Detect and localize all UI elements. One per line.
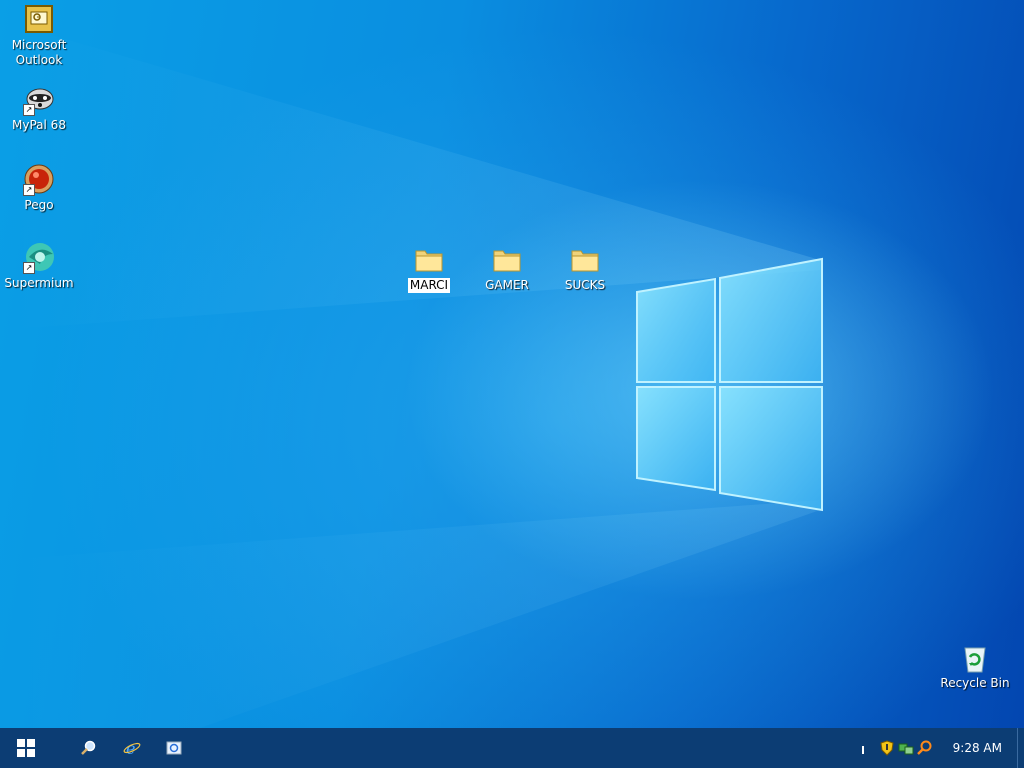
security-shield-icon[interactable] [880, 740, 896, 756]
shortcut-arrow-icon: ↗ [23, 262, 35, 274]
supermium-browser-icon: ↗ [23, 242, 55, 274]
desktop-icon-pego[interactable]: ↗ Pego [0, 164, 78, 213]
desktop-icon-label: GAMER [485, 278, 529, 292]
desktop-icon-label: Recycle Bin [940, 676, 1010, 690]
pego-red-ball-icon: ↗ [23, 164, 55, 196]
desktop-icon-label: MyPal 68 [12, 118, 66, 132]
shortcut-arrow-icon: ↗ [23, 104, 35, 116]
taskbar-clock[interactable]: 9:28 AM [953, 728, 1002, 768]
desktop-icon-outlook[interactable]: Microsoft Outlook [0, 4, 78, 68]
start-button[interactable] [0, 728, 52, 768]
outlook-express-icon [166, 741, 182, 755]
shortcut-arrow-icon: ↗ [23, 184, 35, 196]
recycle-bin-icon [959, 642, 991, 674]
windows-logo-icon [17, 739, 35, 757]
tray-indicator-icon[interactable] [860, 740, 876, 756]
folder-icon [491, 244, 523, 276]
desktop-icon-recycle-bin[interactable]: Recycle Bin [936, 642, 1014, 691]
network-icon[interactable] [898, 740, 914, 756]
svg-text:e: e [126, 739, 135, 757]
desktop-icon-supermium[interactable]: ↗ Supermium [0, 242, 78, 291]
show-desktop-button[interactable] [1017, 728, 1024, 768]
desktop-folder-sucks[interactable]: SUCKS [546, 244, 624, 293]
desktop-icon-label: Pego [24, 198, 54, 212]
folder-icon [569, 244, 601, 276]
desktop-background[interactable]: Microsoft Outlook ↗ MyPal 68 ↗ Pego ↗ Su… [0, 0, 1024, 728]
desktop-icon-label: SUCKS [564, 278, 606, 292]
internet-explorer-button[interactable]: e [120, 728, 144, 768]
desktop-icon-label: Microsoft Outlook [11, 38, 67, 67]
taskbar: e 9:28 AM [0, 728, 1024, 768]
search-tray-icon[interactable] [916, 740, 932, 756]
outlook-express-button[interactable] [162, 728, 186, 768]
folder-icon [413, 244, 445, 276]
wallpaper-art [0, 20, 823, 728]
search-taskbar-button[interactable] [76, 728, 100, 768]
internet-explorer-icon: e [123, 739, 141, 757]
desktop-icon-mypal[interactable]: ↗ MyPal 68 [0, 84, 78, 133]
raccoon-browser-icon: ↗ [23, 84, 55, 116]
desktop-folder-marci[interactable]: MARCI [390, 244, 468, 293]
windows-logo-art [636, 257, 823, 512]
search-icon [81, 740, 96, 755]
desktop-icon-label: MARCI [407, 278, 451, 293]
desktop-icon-label: Supermium [4, 276, 74, 290]
desktop-folder-gamer[interactable]: GAMER [468, 244, 546, 293]
outlook-icon [23, 4, 55, 36]
